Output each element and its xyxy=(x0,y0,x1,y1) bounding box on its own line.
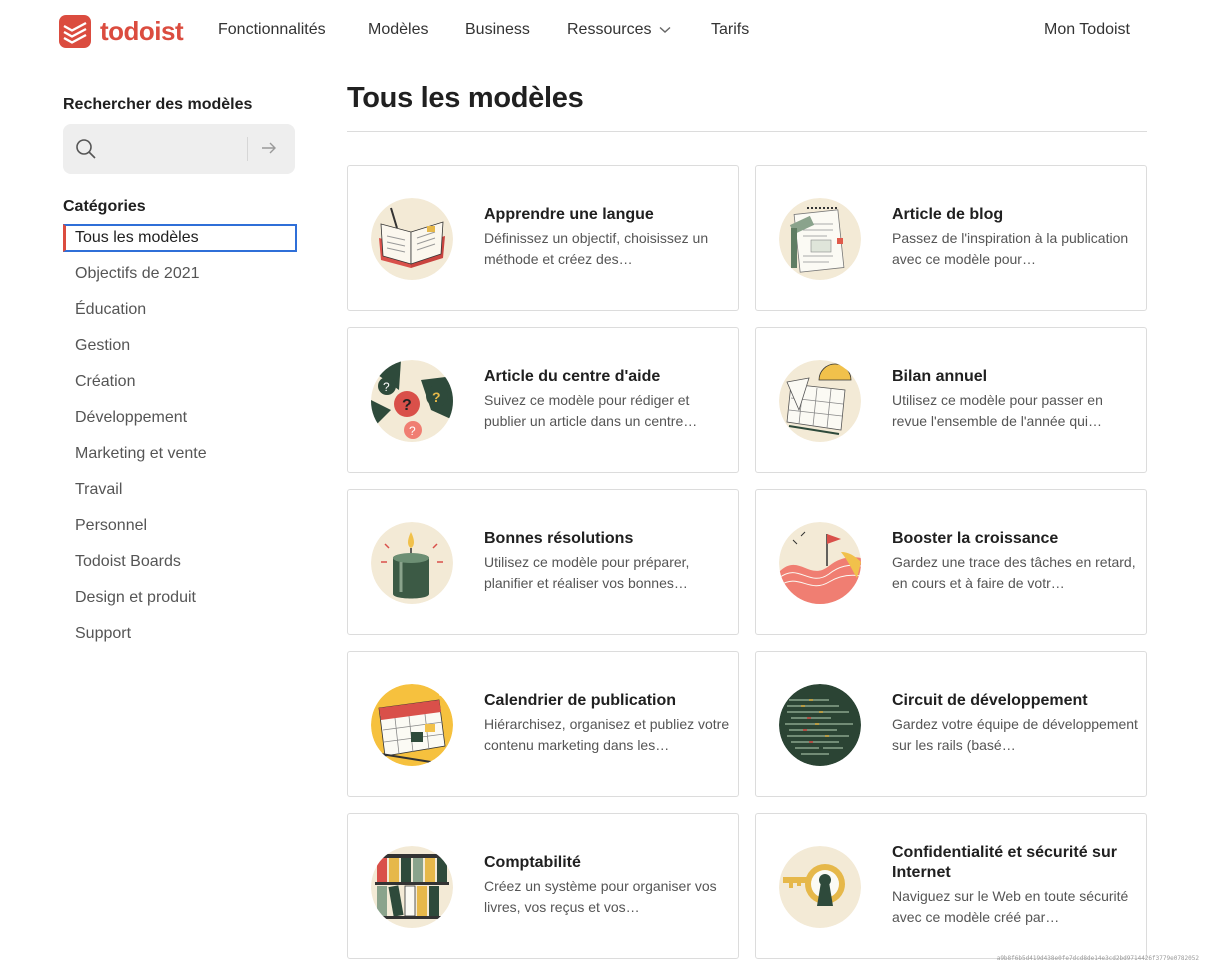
template-description: Hiérarchisez, organisez et publiez votre… xyxy=(484,716,730,753)
template-card[interactable]: Apprendre une langue Définissez un objec… xyxy=(347,165,739,311)
mon-todoist-link[interactable]: Mon Todoist xyxy=(1044,21,1130,39)
search-divider xyxy=(247,137,248,161)
category-education[interactable]: Éducation xyxy=(63,296,297,332)
magnifier-icon xyxy=(76,139,96,159)
category-support[interactable]: Support xyxy=(63,620,297,656)
keyhole-illustration xyxy=(779,846,861,928)
template-card[interactable]: Confidentialité et sécurité sur Internet… xyxy=(755,813,1147,959)
search-input[interactable] xyxy=(107,134,285,164)
template-card[interactable]: Calendrier de publication Hiérarchisez, … xyxy=(347,651,739,797)
calendar-illustration xyxy=(371,684,453,766)
candle-illustration xyxy=(371,522,453,604)
template-card[interactable]: Bilan annuel Utilisez ce modèle pour pas… xyxy=(755,327,1147,473)
nav-fonctionnalites[interactable]: Fonctionnalités xyxy=(218,21,326,39)
todoist-logo-icon xyxy=(59,15,91,48)
code-lines-illustration xyxy=(779,684,861,766)
binders-illustration xyxy=(371,846,453,928)
category-todoist-boards[interactable]: Todoist Boards xyxy=(63,548,297,584)
svg-text:?: ? xyxy=(402,397,412,414)
todoist-logo[interactable]: todoist xyxy=(59,15,184,48)
template-description: Passez de l'inspiration à la publication… xyxy=(892,230,1129,267)
category-list: Tous les modèles Objectifs de 2021 Éduca… xyxy=(63,224,297,656)
nav-tarifs[interactable]: Tarifs xyxy=(711,21,749,39)
template-description: Naviguez sur le Web en toute sécurité av… xyxy=(892,888,1129,925)
nav-ressources[interactable]: Ressources xyxy=(567,21,671,39)
template-card[interactable]: Article de blog Passez de l'inspiration … xyxy=(755,165,1147,311)
chevron-down-icon xyxy=(660,26,671,33)
page-title: Tous les modèles xyxy=(347,82,584,114)
nav-ressources-label: Ressources xyxy=(567,21,652,38)
svg-text:?: ? xyxy=(409,424,416,438)
template-title: Calendrier de publication xyxy=(484,692,677,709)
template-search xyxy=(63,124,295,174)
notepad-illustration xyxy=(779,198,861,280)
template-title: Apprendre une langue xyxy=(484,206,654,223)
category-personnel[interactable]: Personnel xyxy=(63,512,297,548)
template-card[interactable]: Circuit de développement Gardez votre éq… xyxy=(755,651,1147,797)
category-marketing-vente[interactable]: Marketing et vente xyxy=(63,440,297,476)
template-description: Utilisez ce modèle pour préparer, planif… xyxy=(484,554,690,591)
category-objectifs-2021[interactable]: Objectifs de 2021 xyxy=(63,260,297,296)
question-bubbles-illustration: ? ? ? ? xyxy=(371,360,453,442)
template-description: Définissez un objectif, choisissez un mé… xyxy=(484,230,709,267)
template-description: Créez un système pour organiser vos livr… xyxy=(484,878,717,915)
svg-text:?: ? xyxy=(383,380,390,394)
category-creation[interactable]: Création xyxy=(63,368,297,404)
template-title: Article de blog xyxy=(892,206,1004,223)
template-description: Suivez ce modèle pour rédiger et publier… xyxy=(484,392,698,429)
open-book-illustration xyxy=(371,198,453,280)
site-header: todoist Fonctionnalités Modèles Business… xyxy=(0,0,1205,64)
category-travail[interactable]: Travail xyxy=(63,476,297,512)
category-developpement[interactable]: Développement xyxy=(63,404,297,440)
template-description: Gardez une trace des tâches en retard, e… xyxy=(892,554,1136,591)
template-description: Gardez votre équipe de développement sur… xyxy=(892,716,1138,753)
template-title: Article du centre d'aide xyxy=(484,368,661,385)
arrow-right-icon[interactable] xyxy=(260,139,278,157)
template-title: Bonnes résolutions xyxy=(484,530,634,547)
title-divider xyxy=(347,131,1147,132)
categories-title: Catégories xyxy=(63,198,146,215)
template-title: Bilan annuel xyxy=(892,368,988,385)
template-title: Confidentialité et sécurité sur Internet xyxy=(892,844,1117,881)
template-title: Circuit de développement xyxy=(892,692,1088,709)
template-card[interactable]: Bonnes résolutions Utilisez ce modèle po… xyxy=(347,489,739,635)
category-gestion[interactable]: Gestion xyxy=(63,332,297,368)
flag-hill-illustration xyxy=(779,522,861,604)
template-card[interactable]: Booster la croissance Gardez une trace d… xyxy=(755,489,1147,635)
search-title: Rechercher des modèles xyxy=(63,96,253,113)
nav-business[interactable]: Business xyxy=(465,21,530,39)
brand-name: todoist xyxy=(100,16,184,46)
template-description: Utilisez ce modèle pour passer en revue … xyxy=(892,392,1103,429)
nav-modeles[interactable]: Modèles xyxy=(368,21,428,39)
template-title: Booster la croissance xyxy=(892,530,1059,547)
category-tous-les-modeles[interactable]: Tous les modèles xyxy=(63,224,297,252)
template-card[interactable]: Comptabilité Créez un système pour organ… xyxy=(347,813,739,959)
svg-text:?: ? xyxy=(432,389,441,405)
calendar-sunset-illustration xyxy=(779,360,861,442)
watermark-text: a9b8f6b5d419d438e0fe7dcd8de14e3cd2bd9714… xyxy=(996,955,1199,962)
category-design-produit[interactable]: Design et produit xyxy=(63,584,297,620)
template-title: Comptabilité xyxy=(484,854,581,871)
template-card[interactable]: ? ? ? ? Article du centre d'aide Suivez … xyxy=(347,327,739,473)
